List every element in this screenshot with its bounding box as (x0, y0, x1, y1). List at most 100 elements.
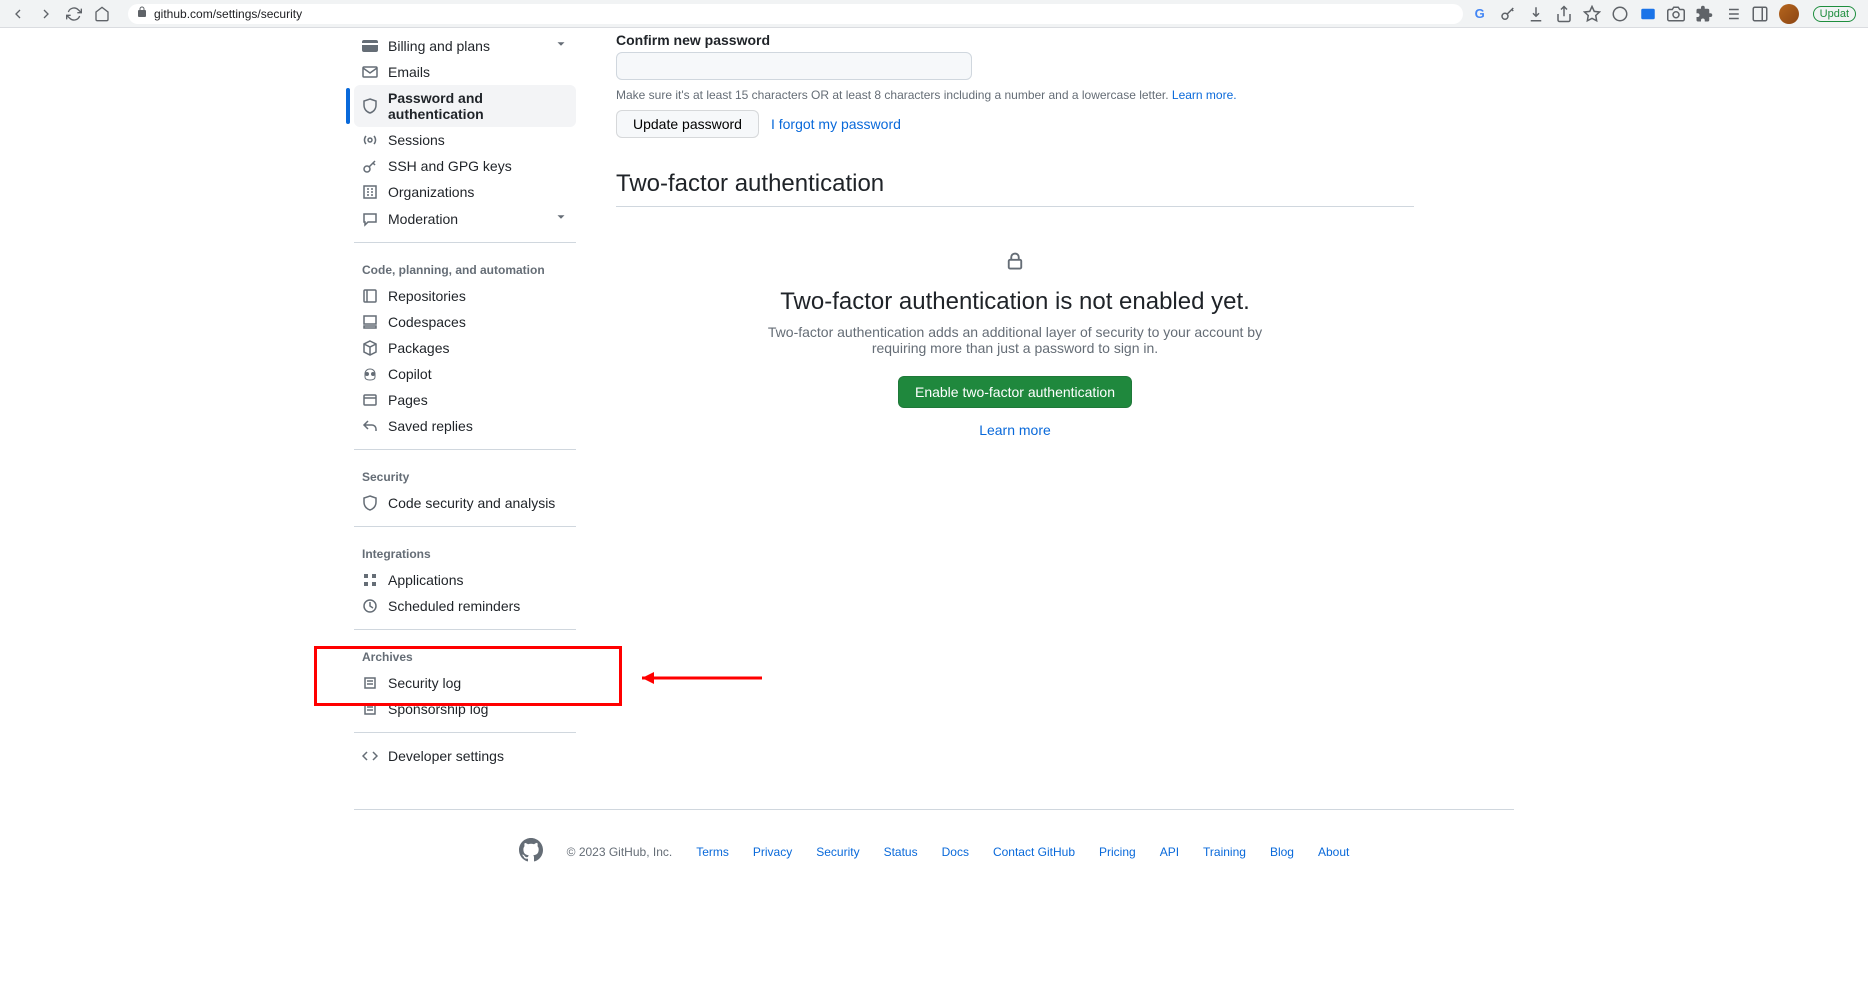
settings-sidebar: Billing and plans Emails Password and au… (354, 32, 584, 769)
copilot-icon (362, 366, 378, 382)
sidebar-heading-security: Security (354, 464, 576, 490)
list-icon[interactable] (1723, 5, 1741, 23)
footer-link-pricing[interactable]: Pricing (1099, 845, 1136, 859)
sidebar-item-label: Applications (388, 572, 464, 588)
camera-icon[interactable] (1667, 5, 1685, 23)
sidebar-item-label: Organizations (388, 184, 474, 200)
comment-icon (362, 211, 378, 227)
sidebar-item-sponsorship-log[interactable]: Sponsorship log (354, 696, 576, 722)
sidebar-item-password-auth[interactable]: Password and authentication (354, 85, 576, 127)
sidebar-item-label: Billing and plans (388, 38, 490, 54)
footer-link-contact[interactable]: Contact GitHub (993, 845, 1075, 859)
home-button[interactable] (92, 4, 112, 24)
broadcast-icon (362, 132, 378, 148)
sidebar-item-label: Saved replies (388, 418, 473, 434)
enable-tfa-button[interactable]: Enable two-factor authentication (898, 376, 1132, 408)
credit-card-icon (362, 38, 378, 54)
sidebar-item-repositories[interactable]: Repositories (354, 283, 576, 309)
sidebar-item-developer-settings[interactable]: Developer settings (354, 743, 576, 769)
sidebar-heading-archives: Archives (354, 644, 576, 670)
forward-button[interactable] (36, 4, 56, 24)
footer-link-security[interactable]: Security (816, 845, 859, 859)
footer-link-about[interactable]: About (1318, 845, 1349, 859)
page-footer: © 2023 GitHub, Inc. Terms Privacy Securi… (354, 809, 1514, 893)
sidebar-item-organizations[interactable]: Organizations (354, 179, 576, 205)
sidebar-item-applications[interactable]: Applications (354, 567, 576, 593)
sidebar-item-label: Packages (388, 340, 449, 356)
star-icon[interactable] (1583, 5, 1601, 23)
sidebar-item-label: Security log (388, 675, 461, 691)
sidebar-item-label: Sponsorship log (388, 701, 488, 717)
card-icon[interactable] (1639, 5, 1657, 23)
password-help-text: Make sure it's at least 15 characters OR… (616, 88, 1414, 102)
back-button[interactable] (8, 4, 28, 24)
learn-more-link[interactable]: Learn more. (1172, 88, 1237, 102)
browser-icon (362, 392, 378, 408)
address-bar[interactable]: github.com/settings/security (128, 4, 1463, 24)
sidebar-item-codespaces[interactable]: Codespaces (354, 309, 576, 335)
profile-avatar[interactable] (1779, 4, 1799, 24)
sidebar-item-label: Codespaces (388, 314, 466, 330)
browser-bar: github.com/settings/security G Updat (0, 0, 1868, 28)
sidebar-item-label: Developer settings (388, 748, 504, 764)
sidebar-item-sessions[interactable]: Sessions (354, 127, 576, 153)
footer-link-blog[interactable]: Blog (1270, 845, 1294, 859)
lock-icon (1005, 251, 1025, 276)
sidebar-item-reminders[interactable]: Scheduled reminders (354, 593, 576, 619)
apps-icon (362, 572, 378, 588)
key-icon[interactable] (1499, 5, 1517, 23)
panel-icon[interactable] (1751, 5, 1769, 23)
chevron-down-icon (554, 210, 568, 227)
sidebar-heading-code: Code, planning, and automation (354, 257, 576, 283)
footer-link-privacy[interactable]: Privacy (753, 845, 792, 859)
update-password-button[interactable]: Update password (616, 110, 759, 138)
sidebar-item-label: SSH and GPG keys (388, 158, 512, 174)
main-content: Confirm new password Make sure it's at l… (584, 32, 1414, 769)
sidebar-item-label: Copilot (388, 366, 432, 382)
sidebar-item-emails[interactable]: Emails (354, 59, 576, 85)
sidebar-item-packages[interactable]: Packages (354, 335, 576, 361)
reply-icon (362, 418, 378, 434)
github-logo-icon (519, 838, 543, 865)
tfa-learn-more-link[interactable]: Learn more (616, 422, 1414, 438)
tfa-section-title: Two-factor authentication (616, 170, 1414, 207)
footer-link-status[interactable]: Status (884, 845, 918, 859)
sidebar-item-ssh-gpg[interactable]: SSH and GPG keys (354, 153, 576, 179)
share-icon[interactable] (1555, 5, 1573, 23)
key-icon (362, 158, 378, 174)
organization-icon (362, 184, 378, 200)
sidebar-item-copilot[interactable]: Copilot (354, 361, 576, 387)
sidebar-item-code-security[interactable]: Code security and analysis (354, 490, 576, 516)
tfa-heading: Two-factor authentication is not enabled… (616, 288, 1414, 316)
tfa-block: Two-factor authentication is not enabled… (616, 227, 1414, 462)
sidebar-item-security-log[interactable]: Security log (354, 670, 576, 696)
footer-link-training[interactable]: Training (1203, 845, 1246, 859)
update-button[interactable]: Updat (1813, 6, 1856, 22)
toolbar-icons: G Updat (1471, 4, 1860, 24)
clock-icon (362, 598, 378, 614)
repo-icon (362, 288, 378, 304)
log-icon (362, 701, 378, 717)
sidebar-item-saved-replies[interactable]: Saved replies (354, 413, 576, 439)
circle-icon[interactable] (1611, 5, 1629, 23)
footer-link-docs[interactable]: Docs (942, 845, 969, 859)
download-icon[interactable] (1527, 5, 1545, 23)
google-icon[interactable]: G (1471, 5, 1489, 23)
forgot-password-link[interactable]: I forgot my password (771, 116, 901, 132)
confirm-password-input[interactable] (616, 52, 972, 80)
package-icon (362, 340, 378, 356)
mail-icon (362, 64, 378, 80)
footer-link-terms[interactable]: Terms (696, 845, 729, 859)
sidebar-item-label: Sessions (388, 132, 445, 148)
sidebar-item-label: Moderation (388, 211, 458, 227)
sidebar-item-billing[interactable]: Billing and plans (354, 32, 576, 59)
extensions-icon[interactable] (1695, 5, 1713, 23)
sidebar-item-label: Code security and analysis (388, 495, 555, 511)
tfa-description: Two-factor authentication adds an additi… (745, 324, 1285, 356)
code-icon (362, 748, 378, 764)
sidebar-item-label: Emails (388, 64, 430, 80)
footer-link-api[interactable]: API (1160, 845, 1179, 859)
sidebar-item-moderation[interactable]: Moderation (354, 205, 576, 232)
sidebar-item-pages[interactable]: Pages (354, 387, 576, 413)
reload-button[interactable] (64, 4, 84, 24)
